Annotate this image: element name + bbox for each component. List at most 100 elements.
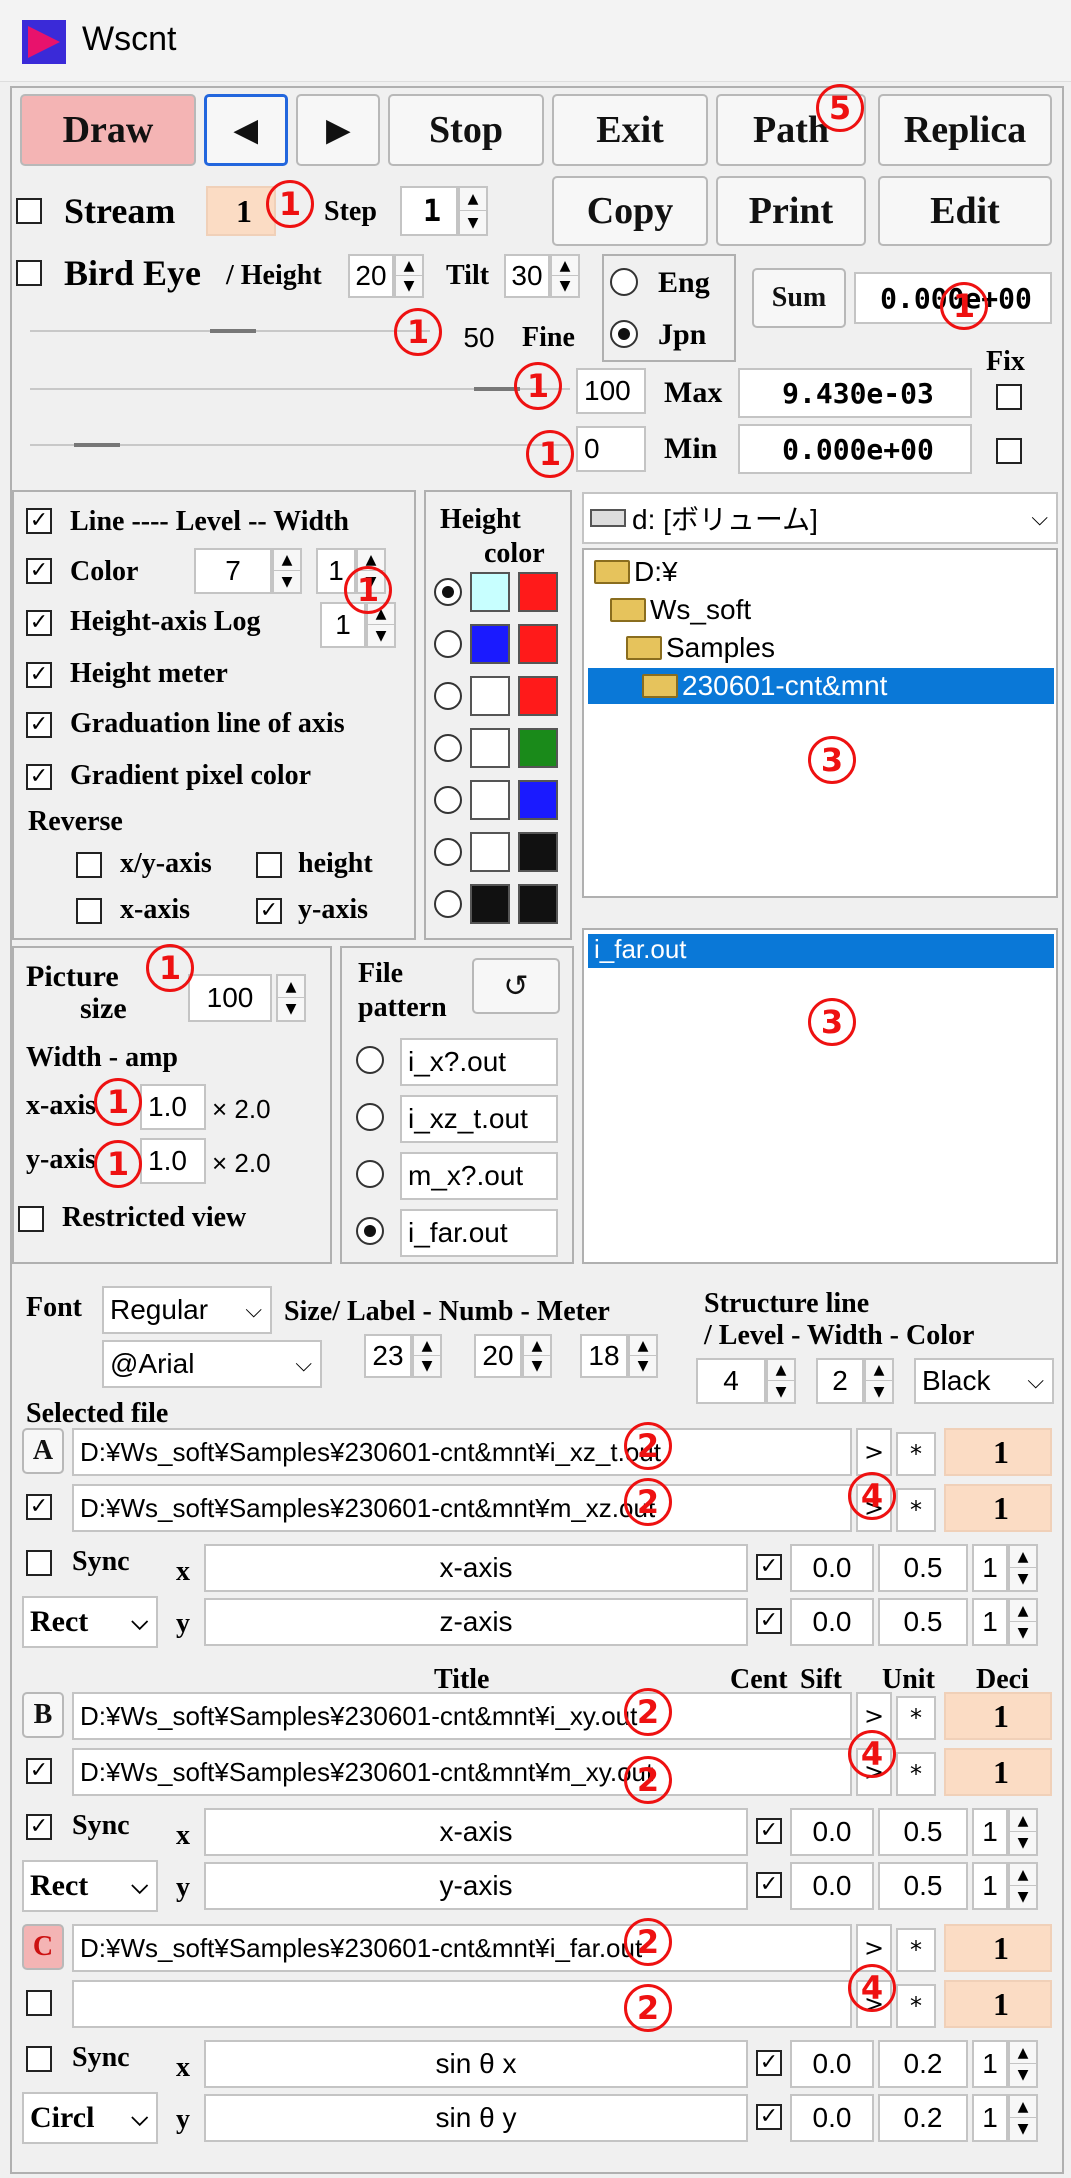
min-value[interactable]: 0.000e+00: [738, 424, 972, 474]
height-log-checkbox[interactable]: ✓: [26, 610, 52, 636]
stream-checkbox[interactable]: [16, 198, 42, 224]
y-axis-title-input[interactable]: sin θ y: [204, 2094, 748, 2142]
y-cent-input[interactable]: 0.0: [790, 1862, 874, 1910]
x-deci-input[interactable]: 1: [972, 1808, 1008, 1856]
refresh-button[interactable]: ↺: [472, 958, 560, 1014]
graduation-checkbox[interactable]: ✓: [26, 712, 52, 738]
file-pattern-radio[interactable]: [356, 1103, 384, 1131]
x-cent-checkbox[interactable]: ✓: [756, 2050, 782, 2076]
file-pattern-input[interactable]: i_x?.out: [400, 1038, 558, 1086]
height-color-radio[interactable]: [434, 630, 462, 658]
x-cent-checkbox[interactable]: ✓: [756, 1554, 782, 1580]
color-swatch[interactable]: [470, 728, 510, 768]
color-swatch[interactable]: [470, 780, 510, 820]
file-pattern-input[interactable]: i_far.out: [400, 1209, 558, 1257]
y-axis-title-input[interactable]: y-axis: [204, 1862, 748, 1910]
sum-button[interactable]: Sum: [752, 268, 846, 328]
x-sift-input[interactable]: 0.5: [878, 1808, 968, 1856]
height-color-radio[interactable]: [434, 786, 462, 814]
x-deci-spinner[interactable]: ▲ ▼: [1008, 2040, 1038, 2088]
structure-width-input[interactable]: 2: [816, 1358, 864, 1404]
height-color-radio[interactable]: [434, 838, 462, 866]
copy-button[interactable]: Copy: [552, 176, 708, 246]
font-style-select[interactable]: Regular ⌵: [102, 1286, 272, 1334]
structure-width-spinner[interactable]: ▲ ▼: [864, 1358, 894, 1404]
meter-size-spinner[interactable]: ▲ ▼: [628, 1334, 658, 1378]
color-swatch[interactable]: [518, 676, 558, 716]
prev-button[interactable]: ◀: [204, 94, 288, 166]
reverse-height-checkbox[interactable]: [256, 852, 282, 878]
y-deci-spinner[interactable]: ▲ ▼: [1008, 1862, 1038, 1910]
file-pattern-radio[interactable]: [356, 1046, 384, 1074]
structure-level-input[interactable]: 4: [696, 1358, 766, 1404]
picture-size-spinner[interactable]: ▲ ▼: [276, 974, 306, 1022]
file-path-1[interactable]: D:¥Ws_soft¥Samples¥230601-cnt&mnt¥i_xz_t…: [72, 1428, 852, 1476]
group-c-button[interactable]: C: [22, 1924, 64, 1970]
color-swatch[interactable]: [470, 832, 510, 872]
reverse-x-checkbox[interactable]: [76, 898, 102, 924]
y-cent-input[interactable]: 0.0: [790, 1598, 874, 1646]
shape-select[interactable]: Rect ⌵: [22, 1860, 158, 1912]
file-pattern-input[interactable]: m_x?.out: [400, 1152, 558, 1200]
y-sift-input[interactable]: 0.2: [878, 2094, 968, 2142]
min-slider-thumb[interactable]: [74, 443, 120, 447]
x-cent-input[interactable]: 0.0: [790, 1544, 874, 1592]
x-axis-title-input[interactable]: x-axis: [204, 1808, 748, 1856]
y-deci-input[interactable]: 1: [972, 2094, 1008, 2142]
label-size-spinner[interactable]: ▲ ▼: [412, 1334, 442, 1378]
min-fix-checkbox[interactable]: [996, 438, 1022, 464]
height-color-radio[interactable]: [434, 682, 462, 710]
reverse-xy-checkbox[interactable]: [76, 852, 102, 878]
x-sift-input[interactable]: 0.5: [878, 1544, 968, 1592]
label-size-input[interactable]: 23: [364, 1334, 412, 1378]
color-swatch[interactable]: [470, 676, 510, 716]
color-swatch[interactable]: [518, 884, 558, 924]
y-deci-spinner[interactable]: ▲ ▼: [1008, 1598, 1038, 1646]
tilt-input[interactable]: 30: [504, 254, 550, 298]
color-swatch[interactable]: [470, 884, 510, 924]
unit-button[interactable]: *: [896, 1488, 936, 1532]
file-pattern-radio[interactable]: [356, 1217, 384, 1245]
unit-button[interactable]: *: [896, 1696, 936, 1740]
folder-tree-item[interactable]: Ws_soft: [610, 592, 751, 628]
color-swatch[interactable]: [470, 624, 510, 664]
file-pattern-radio[interactable]: [356, 1160, 384, 1188]
reverse-y-checkbox[interactable]: ✓: [256, 898, 282, 924]
color-swatch[interactable]: [518, 572, 558, 612]
color-swatch[interactable]: [518, 624, 558, 664]
file-path-2[interactable]: [72, 1980, 852, 2028]
file-path-1[interactable]: D:¥Ws_soft¥Samples¥230601-cnt&mnt¥i_xy.o…: [72, 1692, 852, 1740]
folder-tree-item[interactable]: 230601-cnt&mnt: [642, 668, 887, 704]
x-cent-checkbox[interactable]: ✓: [756, 1818, 782, 1844]
color-level-input[interactable]: 7: [194, 548, 272, 594]
height-meter-checkbox[interactable]: ✓: [26, 662, 52, 688]
x-deci-spinner[interactable]: ▲ ▼: [1008, 1544, 1038, 1592]
next-button[interactable]: ▶: [296, 94, 380, 166]
height-spinner[interactable]: ▲ ▼: [394, 254, 424, 298]
y-deci-spinner[interactable]: ▲ ▼: [1008, 2094, 1038, 2142]
y-axis-title-input[interactable]: z-axis: [204, 1598, 748, 1646]
file-path-2[interactable]: D:¥Ws_soft¥Samples¥230601-cnt&mnt¥m_xz.o…: [72, 1484, 852, 1532]
unit-button[interactable]: *: [896, 1984, 936, 2028]
draw-button[interactable]: Draw: [20, 94, 196, 166]
y-sift-input[interactable]: 0.5: [878, 1862, 968, 1910]
structure-color-select[interactable]: Black ⌵: [914, 1358, 1054, 1404]
color-checkbox[interactable]: ✓: [26, 558, 52, 584]
eng-radio[interactable]: [610, 268, 638, 296]
min-slider-value[interactable]: 0: [576, 426, 646, 472]
fine-slider-thumb[interactable]: [210, 329, 256, 333]
height-input[interactable]: 20: [348, 254, 394, 298]
x-deci-input[interactable]: 1: [972, 2040, 1008, 2088]
bird-eye-checkbox[interactable]: [16, 260, 42, 286]
sync-checkbox[interactable]: [26, 1550, 52, 1576]
x-cent-input[interactable]: 0.0: [790, 2040, 874, 2088]
font-face-select[interactable]: @Arial ⌵: [102, 1340, 322, 1388]
y-deci-input[interactable]: 1: [972, 1862, 1008, 1910]
sync-checkbox[interactable]: ✓: [26, 1814, 52, 1840]
height-color-radio[interactable]: [434, 734, 462, 762]
numb-size-spinner[interactable]: ▲ ▼: [522, 1334, 552, 1378]
x-sift-input[interactable]: 0.2: [878, 2040, 968, 2088]
color-swatch[interactable]: [518, 728, 558, 768]
color-swatch[interactable]: [470, 572, 510, 612]
edit-button[interactable]: Edit: [878, 176, 1052, 246]
